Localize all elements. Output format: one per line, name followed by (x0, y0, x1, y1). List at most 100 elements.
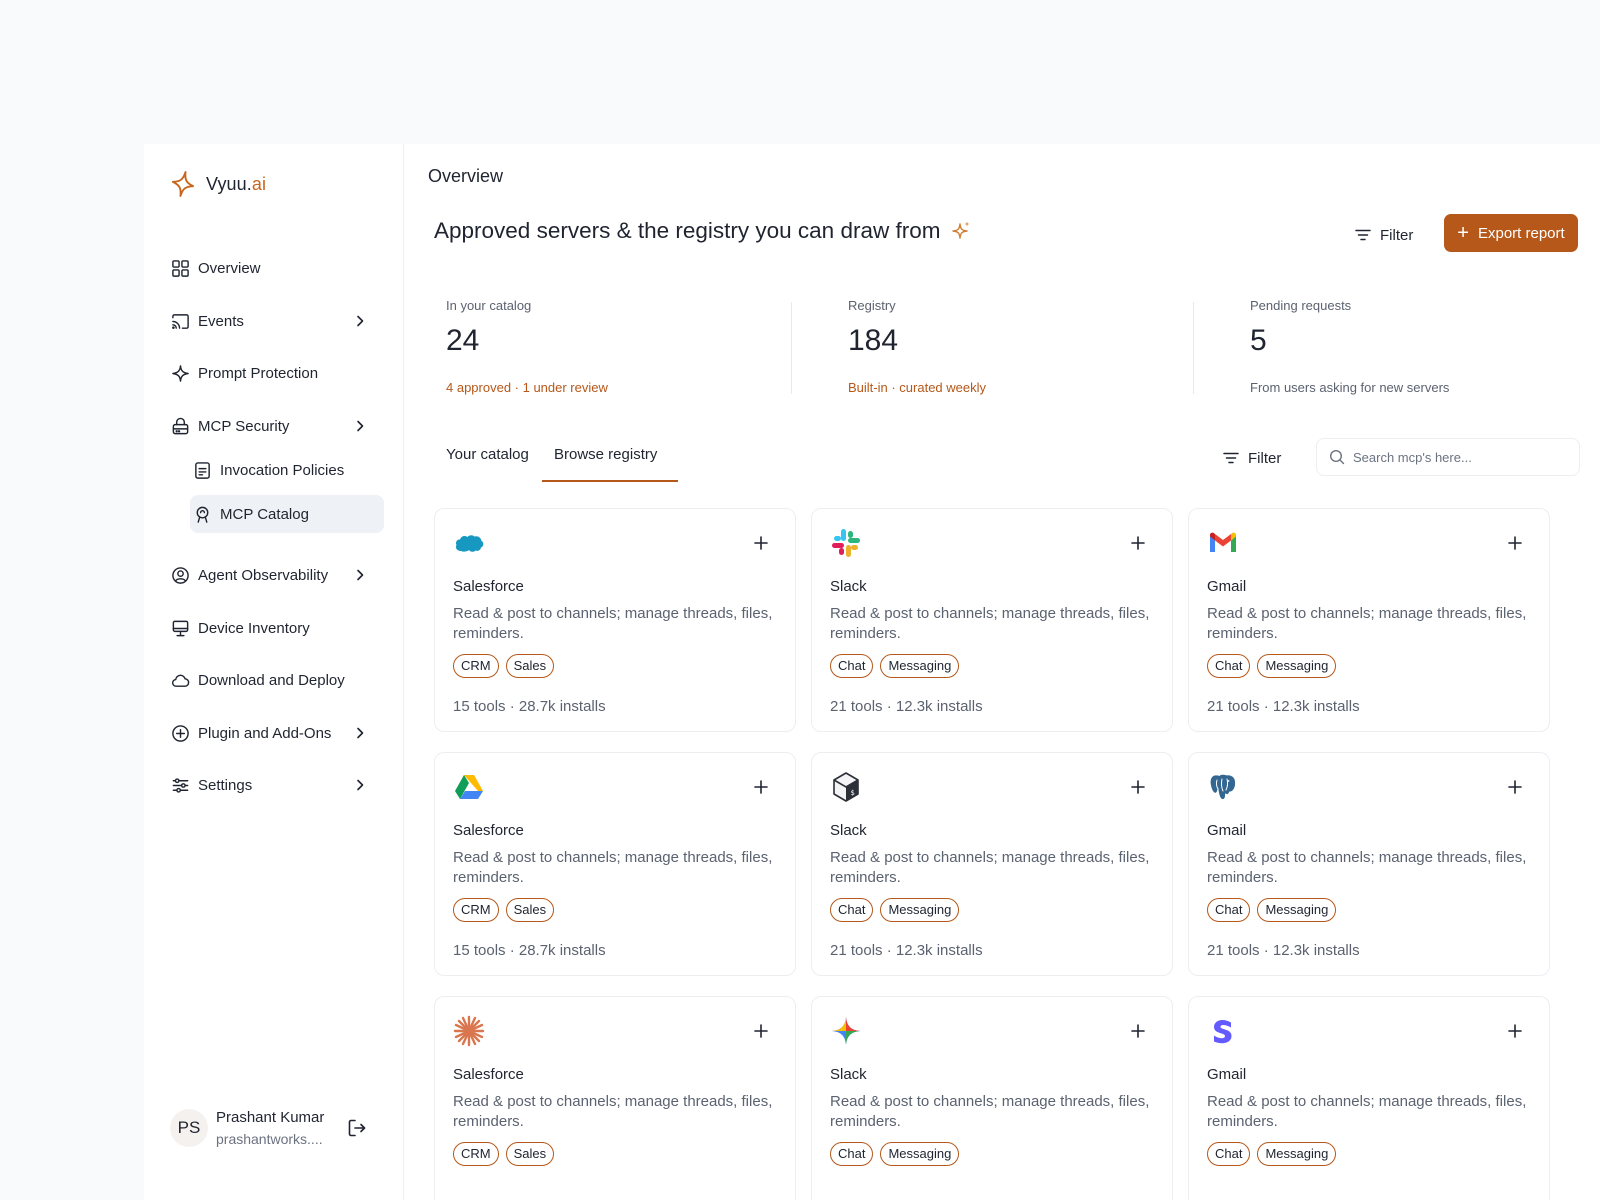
registry-card[interactable]: Salesforce Read & post to channels; mana… (434, 752, 796, 976)
registry-card[interactable]: Slack Read & post to channels; manage th… (811, 996, 1173, 1200)
registry-card[interactable]: Salesforce Read & post to channels; mana… (434, 996, 796, 1200)
add-button[interactable] (1501, 773, 1529, 801)
tab-browse-registry[interactable]: Browse registry (542, 440, 678, 482)
chevron-right-icon (357, 779, 364, 791)
sidebar-item-device-inventory[interactable]: Device Inventory (168, 608, 380, 648)
search-input[interactable] (1353, 449, 1553, 465)
brand-name: Vyuu.ai (206, 173, 267, 194)
card-meta: 15 tools · 28.7k installs (453, 942, 606, 959)
add-button[interactable] (1501, 1017, 1529, 1045)
card-description: Read & post to channels; manage threads,… (830, 605, 1150, 642)
sidebar-item-mcp-catalog[interactable]: MCP Catalog (190, 495, 384, 533)
tag: Messaging (1257, 654, 1337, 678)
tag: Messaging (1257, 898, 1337, 922)
stat-value: 24 (446, 324, 480, 357)
sidebar-item-download-deploy[interactable]: Download and Deploy (168, 660, 380, 700)
header-filter-button[interactable]: Filter (1354, 220, 1413, 250)
card-tags: Chat Messaging (1207, 898, 1337, 922)
stat-value: 5 (1250, 324, 1267, 357)
add-button[interactable] (747, 529, 775, 557)
tag: CRM (453, 654, 499, 678)
stat-registry: Registry 184 Built-in · curated weekly (836, 294, 1216, 395)
plus-icon (1131, 536, 1145, 550)
plus-icon (1131, 1024, 1145, 1038)
grid-icon (170, 258, 190, 278)
plus-circle-icon (170, 723, 190, 743)
card-description: Read & post to channels; manage threads,… (1207, 605, 1527, 642)
sidebar-item-mcp-security[interactable]: MCP Security (168, 406, 380, 446)
registry-card[interactable]: Slack Read & post to channels; manage th… (811, 508, 1173, 732)
catalog-icon (192, 504, 212, 524)
sidebar-item-plugins[interactable]: Plugin and Add-Ons (168, 713, 380, 753)
sparkle-icon (952, 221, 970, 239)
cast-icon (170, 311, 190, 331)
card-name: Gmail (1207, 1066, 1247, 1083)
add-button[interactable] (1501, 529, 1529, 557)
sidebar-item-settings[interactable]: Settings (168, 765, 380, 805)
stat-divider (791, 302, 792, 394)
brand-star-icon (171, 171, 195, 197)
card-name: Gmail (1207, 822, 1247, 839)
gmail-logo (1207, 527, 1239, 559)
add-button[interactable] (1124, 773, 1152, 801)
monitor-icon (170, 618, 190, 638)
sidebar-item-label: Prompt Protection (198, 364, 319, 382)
user-profile[interactable]: PS Prashant Kumar prashantworks.... (170, 1100, 390, 1156)
filter-icon (1355, 229, 1371, 241)
card-name: Salesforce (453, 578, 524, 595)
tag: Chat (1207, 1142, 1251, 1166)
tag: Chat (830, 654, 874, 678)
sidebar-item-invocation-policies[interactable]: Invocation Policies (190, 450, 384, 490)
add-button[interactable] (1124, 529, 1152, 557)
card-meta: 21 tools · 12.3k installs (830, 698, 983, 715)
user-circle-icon (170, 565, 190, 585)
slack-logo (830, 527, 862, 559)
plus-icon (1508, 536, 1522, 550)
add-button[interactable] (1124, 1017, 1152, 1045)
stat-value: 184 (848, 324, 899, 357)
sidebar-item-label: Overview (198, 259, 261, 277)
sidebar-item-agent-observability[interactable]: Agent Observability (168, 555, 380, 595)
registry-card[interactable]: Gmail Read & post to channels; manage th… (1188, 508, 1550, 732)
stat-divider (1193, 302, 1194, 394)
card-description: Read & post to channels; manage threads,… (1207, 1093, 1527, 1130)
brand-logo[interactable]: Vyuu.ai (168, 168, 266, 200)
tab-your-catalog[interactable]: Your catalog (446, 440, 546, 482)
stripe-logo (1207, 1015, 1239, 1047)
tag: CRM (453, 898, 499, 922)
card-name: Slack (830, 578, 867, 595)
main-content: Overview Approved servers & the registry… (404, 144, 1600, 1200)
registry-card[interactable]: Salesforce Read & post to channels; mana… (434, 508, 796, 732)
card-tags: Chat Messaging (830, 1142, 960, 1166)
sidebar-item-overview[interactable]: Overview (168, 248, 380, 288)
user-email: prashantworks.... (216, 1130, 323, 1147)
card-tags: CRM Sales (453, 898, 555, 922)
page-title: Overview (428, 166, 504, 186)
registry-grid: Salesforce Read & post to channels; mana… (434, 508, 1580, 1200)
registry-card[interactable]: $ Slack Read & post to channels; manage … (811, 752, 1173, 976)
sidebar-item-prompt-protection[interactable]: Prompt Protection (168, 353, 380, 393)
sidebar-item-events[interactable]: Events (168, 301, 380, 341)
tag: Messaging (1257, 1142, 1337, 1166)
plus-icon (754, 536, 768, 550)
registry-filter-button[interactable]: Filter (1222, 446, 1281, 470)
sidebar-item-label: Device Inventory (198, 619, 310, 637)
card-meta: 21 tools · 12.3k installs (830, 942, 983, 959)
stat-label: Pending requests (1250, 298, 1352, 313)
search-box[interactable] (1316, 438, 1580, 476)
filter-label: Filter (1248, 449, 1282, 467)
sidebar-item-label: MCP Security (198, 417, 290, 435)
card-name: Salesforce (453, 822, 524, 839)
sidebar-item-label: Settings (198, 776, 253, 794)
plus-icon (754, 780, 768, 794)
plus-icon (1508, 1024, 1522, 1038)
card-tags: Chat Messaging (830, 898, 960, 922)
registry-card[interactable]: Gmail Read & post to channels; manage th… (1188, 996, 1550, 1200)
gemini-star-logo (830, 1015, 862, 1047)
card-tags: Chat Messaging (1207, 1142, 1337, 1166)
add-button[interactable] (747, 1017, 775, 1045)
logout-icon[interactable] (346, 1117, 368, 1139)
export-report-button[interactable]: + Export report (1444, 214, 1578, 252)
registry-card[interactable]: Gmail Read & post to channels; manage th… (1188, 752, 1550, 976)
add-button[interactable] (747, 773, 775, 801)
